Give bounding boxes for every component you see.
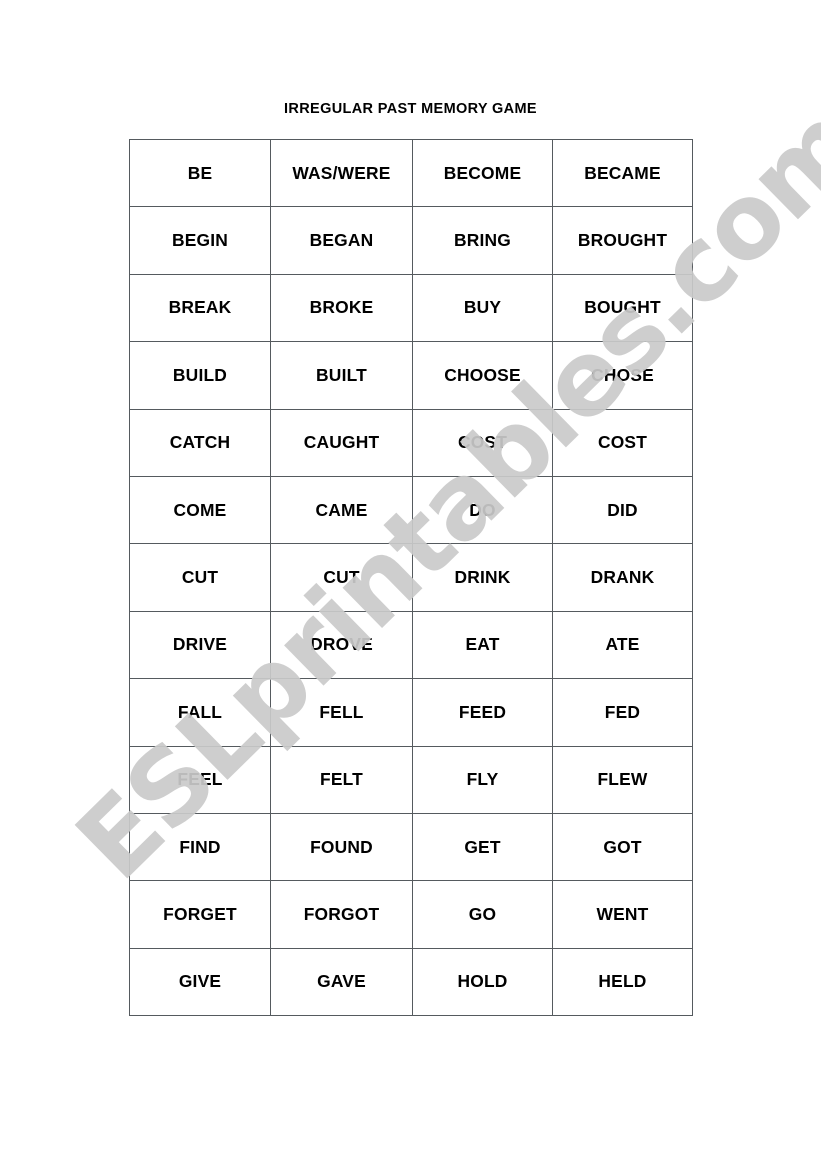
verb-cell[interactable]: FED [552,678,693,747]
verb-cell[interactable]: DRANK [552,543,693,612]
table-row: FORGET FORGOT GO WENT [129,880,693,949]
verb-cell[interactable]: EAT [412,610,553,680]
verb-cell[interactable]: BEGIN [129,206,271,275]
verb-cell[interactable]: FEED [412,678,553,747]
table-row: BEGIN BEGAN BRING BROUGHT [129,206,693,275]
verb-cell[interactable]: BUY [412,273,553,343]
verb-cell[interactable]: CHOOSE [412,341,553,410]
table-row: BREAK BROKE BUY BOUGHT [129,273,693,343]
verb-cell[interactable]: DO [412,475,553,545]
verb-cell[interactable]: FORGOT [270,880,413,949]
table-row: DRIVE DROVE EAT ATE [129,610,693,680]
verb-cell[interactable]: GAVE [270,947,413,1017]
verb-cell[interactable]: FLEW [552,745,693,814]
verb-cell[interactable]: WAS/WERE [270,138,413,208]
verb-cell[interactable]: CAME [270,475,413,545]
table-row: FALL FELL FEED FED [129,678,693,747]
verb-cell[interactable]: BRING [412,206,553,275]
verb-cell[interactable]: DROVE [270,610,413,680]
verb-cell[interactable]: COST [412,408,553,477]
verb-cell[interactable]: CUT [129,543,271,612]
verb-cell[interactable]: BUILT [270,341,413,410]
verb-cell[interactable]: FLY [412,745,553,814]
verb-cell[interactable]: DRIVE [129,610,271,680]
verb-cell[interactable]: BUILD [129,341,271,410]
verb-cell[interactable]: CUT [270,543,413,612]
table-row: COME CAME DO DID [129,475,693,545]
table-row: FIND FOUND GET GOT [129,812,693,882]
verb-cell[interactable]: BECAME [552,138,693,208]
verb-cell[interactable]: BOUGHT [552,273,693,343]
verb-cell[interactable]: FORGET [129,880,271,949]
page-title: IRREGULAR PAST MEMORY GAME [284,101,537,117]
verb-cell[interactable]: BECOME [412,138,553,208]
verb-cell[interactable]: COME [129,475,271,545]
verb-cell[interactable]: FELL [270,678,413,747]
verb-cell[interactable]: GOT [552,812,693,882]
verb-cell[interactable]: FELT [270,745,413,814]
verb-cell[interactable]: BROUGHT [552,206,693,275]
verb-cell[interactable]: HELD [552,947,693,1017]
table-row: CUT CUT DRINK DRANK [129,543,693,612]
table-row: CATCH CAUGHT COST COST [129,408,693,477]
memory-game-table: BE WAS/WERE BECOME BECAME BEGIN BEGAN BR… [129,138,693,1017]
worksheet-page: IRREGULAR PAST MEMORY GAME BE WAS/WERE B… [0,0,821,1161]
verb-cell[interactable]: DID [552,475,693,545]
table-row: GIVE GAVE HOLD HELD [129,947,693,1017]
verb-cell[interactable]: CATCH [129,408,271,477]
table-row: BE WAS/WERE BECOME BECAME [129,138,693,208]
verb-cell[interactable]: FOUND [270,812,413,882]
verb-cell[interactable]: WENT [552,880,693,949]
verb-cell[interactable]: BREAK [129,273,271,343]
verb-cell[interactable]: GO [412,880,553,949]
table-row: FEEL FELT FLY FLEW [129,745,693,814]
verb-cell[interactable]: FIND [129,812,271,882]
verb-cell[interactable]: HOLD [412,947,553,1017]
verb-cell[interactable]: COST [552,408,693,477]
verb-cell[interactable]: FALL [129,678,271,747]
verb-cell[interactable]: FEEL [129,745,271,814]
verb-cell[interactable]: CAUGHT [270,408,413,477]
table-row: BUILD BUILT CHOOSE CHOSE [129,341,693,410]
verb-cell[interactable]: CHOSE [552,341,693,410]
verb-cell[interactable]: BROKE [270,273,413,343]
verb-cell[interactable]: ATE [552,610,693,680]
verb-cell[interactable]: DRINK [412,543,553,612]
verb-cell[interactable]: BEGAN [270,206,413,275]
verb-cell[interactable]: BE [129,138,271,208]
memory-game-table-body: BE WAS/WERE BECOME BECAME BEGIN BEGAN BR… [129,138,693,1017]
verb-cell[interactable]: GIVE [129,947,271,1017]
verb-cell[interactable]: GET [412,812,553,882]
